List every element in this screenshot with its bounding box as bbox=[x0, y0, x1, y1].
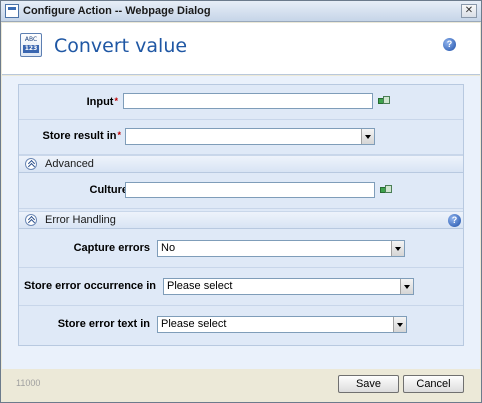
capture-errors-row: Capture errors No bbox=[19, 230, 463, 268]
input-label: Input* bbox=[87, 96, 118, 108]
culture-row: Culture bbox=[19, 174, 463, 209]
capture-errors-value: No bbox=[161, 242, 176, 254]
collapse-icon[interactable] bbox=[25, 158, 37, 170]
capture-errors-select[interactable]: No bbox=[157, 240, 405, 257]
form-panel: Input* Store result in* Advanced Culture bbox=[18, 84, 464, 346]
error-handling-section-label: Error Handling bbox=[45, 214, 116, 226]
variable-picker-icon[interactable] bbox=[378, 95, 390, 106]
error-handling-section-header[interactable]: Error Handling ? bbox=[19, 211, 463, 229]
content-area: Input* Store result in* Advanced Culture bbox=[2, 76, 480, 369]
ie-window-icon bbox=[5, 4, 19, 18]
input-field[interactable] bbox=[123, 93, 373, 109]
required-marker: * bbox=[114, 96, 118, 106]
chevron-down-icon[interactable] bbox=[400, 279, 413, 294]
convert-value-icon-text-bottom: 123 bbox=[23, 45, 39, 53]
cancel-button[interactable]: Cancel bbox=[403, 375, 464, 393]
dialog-window: Configure Action -- Webpage Dialog ✕ ABC… bbox=[0, 0, 482, 403]
store-error-text-row: Store error text in Please select bbox=[19, 306, 463, 345]
chevron-down-icon[interactable] bbox=[361, 129, 374, 144]
dialog-header: ABC 123 Convert value ? bbox=[2, 23, 480, 75]
store-error-text-value: Please select bbox=[161, 318, 227, 330]
window-title: Configure Action -- Webpage Dialog bbox=[23, 5, 211, 17]
capture-errors-label: Capture errors bbox=[73, 242, 150, 254]
store-result-row: Store result in* bbox=[19, 120, 463, 155]
convert-value-icon: ABC 123 bbox=[20, 33, 42, 57]
title-bar: Configure Action -- Webpage Dialog ✕ bbox=[1, 1, 481, 22]
input-label-text: Input bbox=[86, 96, 114, 108]
chevron-down-icon[interactable] bbox=[391, 241, 404, 256]
store-error-occurrence-select[interactable]: Please select bbox=[163, 278, 414, 295]
input-row: Input* bbox=[19, 85, 463, 120]
store-result-label-text: Store result in bbox=[42, 130, 117, 142]
error-handling-help-icon[interactable]: ? bbox=[448, 214, 461, 227]
close-button[interactable]: ✕ bbox=[461, 4, 477, 18]
advanced-section-header[interactable]: Advanced bbox=[19, 155, 463, 173]
store-error-text-label: Store error text in bbox=[57, 318, 150, 330]
status-code: 11000 bbox=[16, 378, 41, 388]
store-result-select[interactable] bbox=[125, 128, 375, 145]
store-error-occurrence-value: Please select bbox=[167, 280, 233, 292]
store-result-label: Store result in* bbox=[43, 130, 121, 142]
help-icon[interactable]: ? bbox=[443, 38, 456, 51]
culture-label: Culture bbox=[89, 184, 129, 196]
chevron-down-icon[interactable] bbox=[393, 317, 406, 332]
store-error-text-select[interactable]: Please select bbox=[157, 316, 407, 333]
store-error-occurrence-row: Store error occurrence in Please select bbox=[19, 268, 463, 306]
save-button[interactable]: Save bbox=[338, 375, 399, 393]
store-error-occurrence-label: Store error occurrence in bbox=[23, 280, 156, 292]
advanced-section-label: Advanced bbox=[45, 158, 94, 170]
convert-value-icon-text-top: ABC bbox=[24, 36, 38, 43]
collapse-icon[interactable] bbox=[25, 214, 37, 226]
dialog-footer: 11000 Save Cancel bbox=[2, 369, 480, 402]
required-marker: * bbox=[117, 130, 121, 140]
culture-field[interactable] bbox=[125, 182, 375, 198]
page-title: Convert value bbox=[54, 35, 188, 57]
variable-picker-icon[interactable] bbox=[380, 184, 392, 195]
